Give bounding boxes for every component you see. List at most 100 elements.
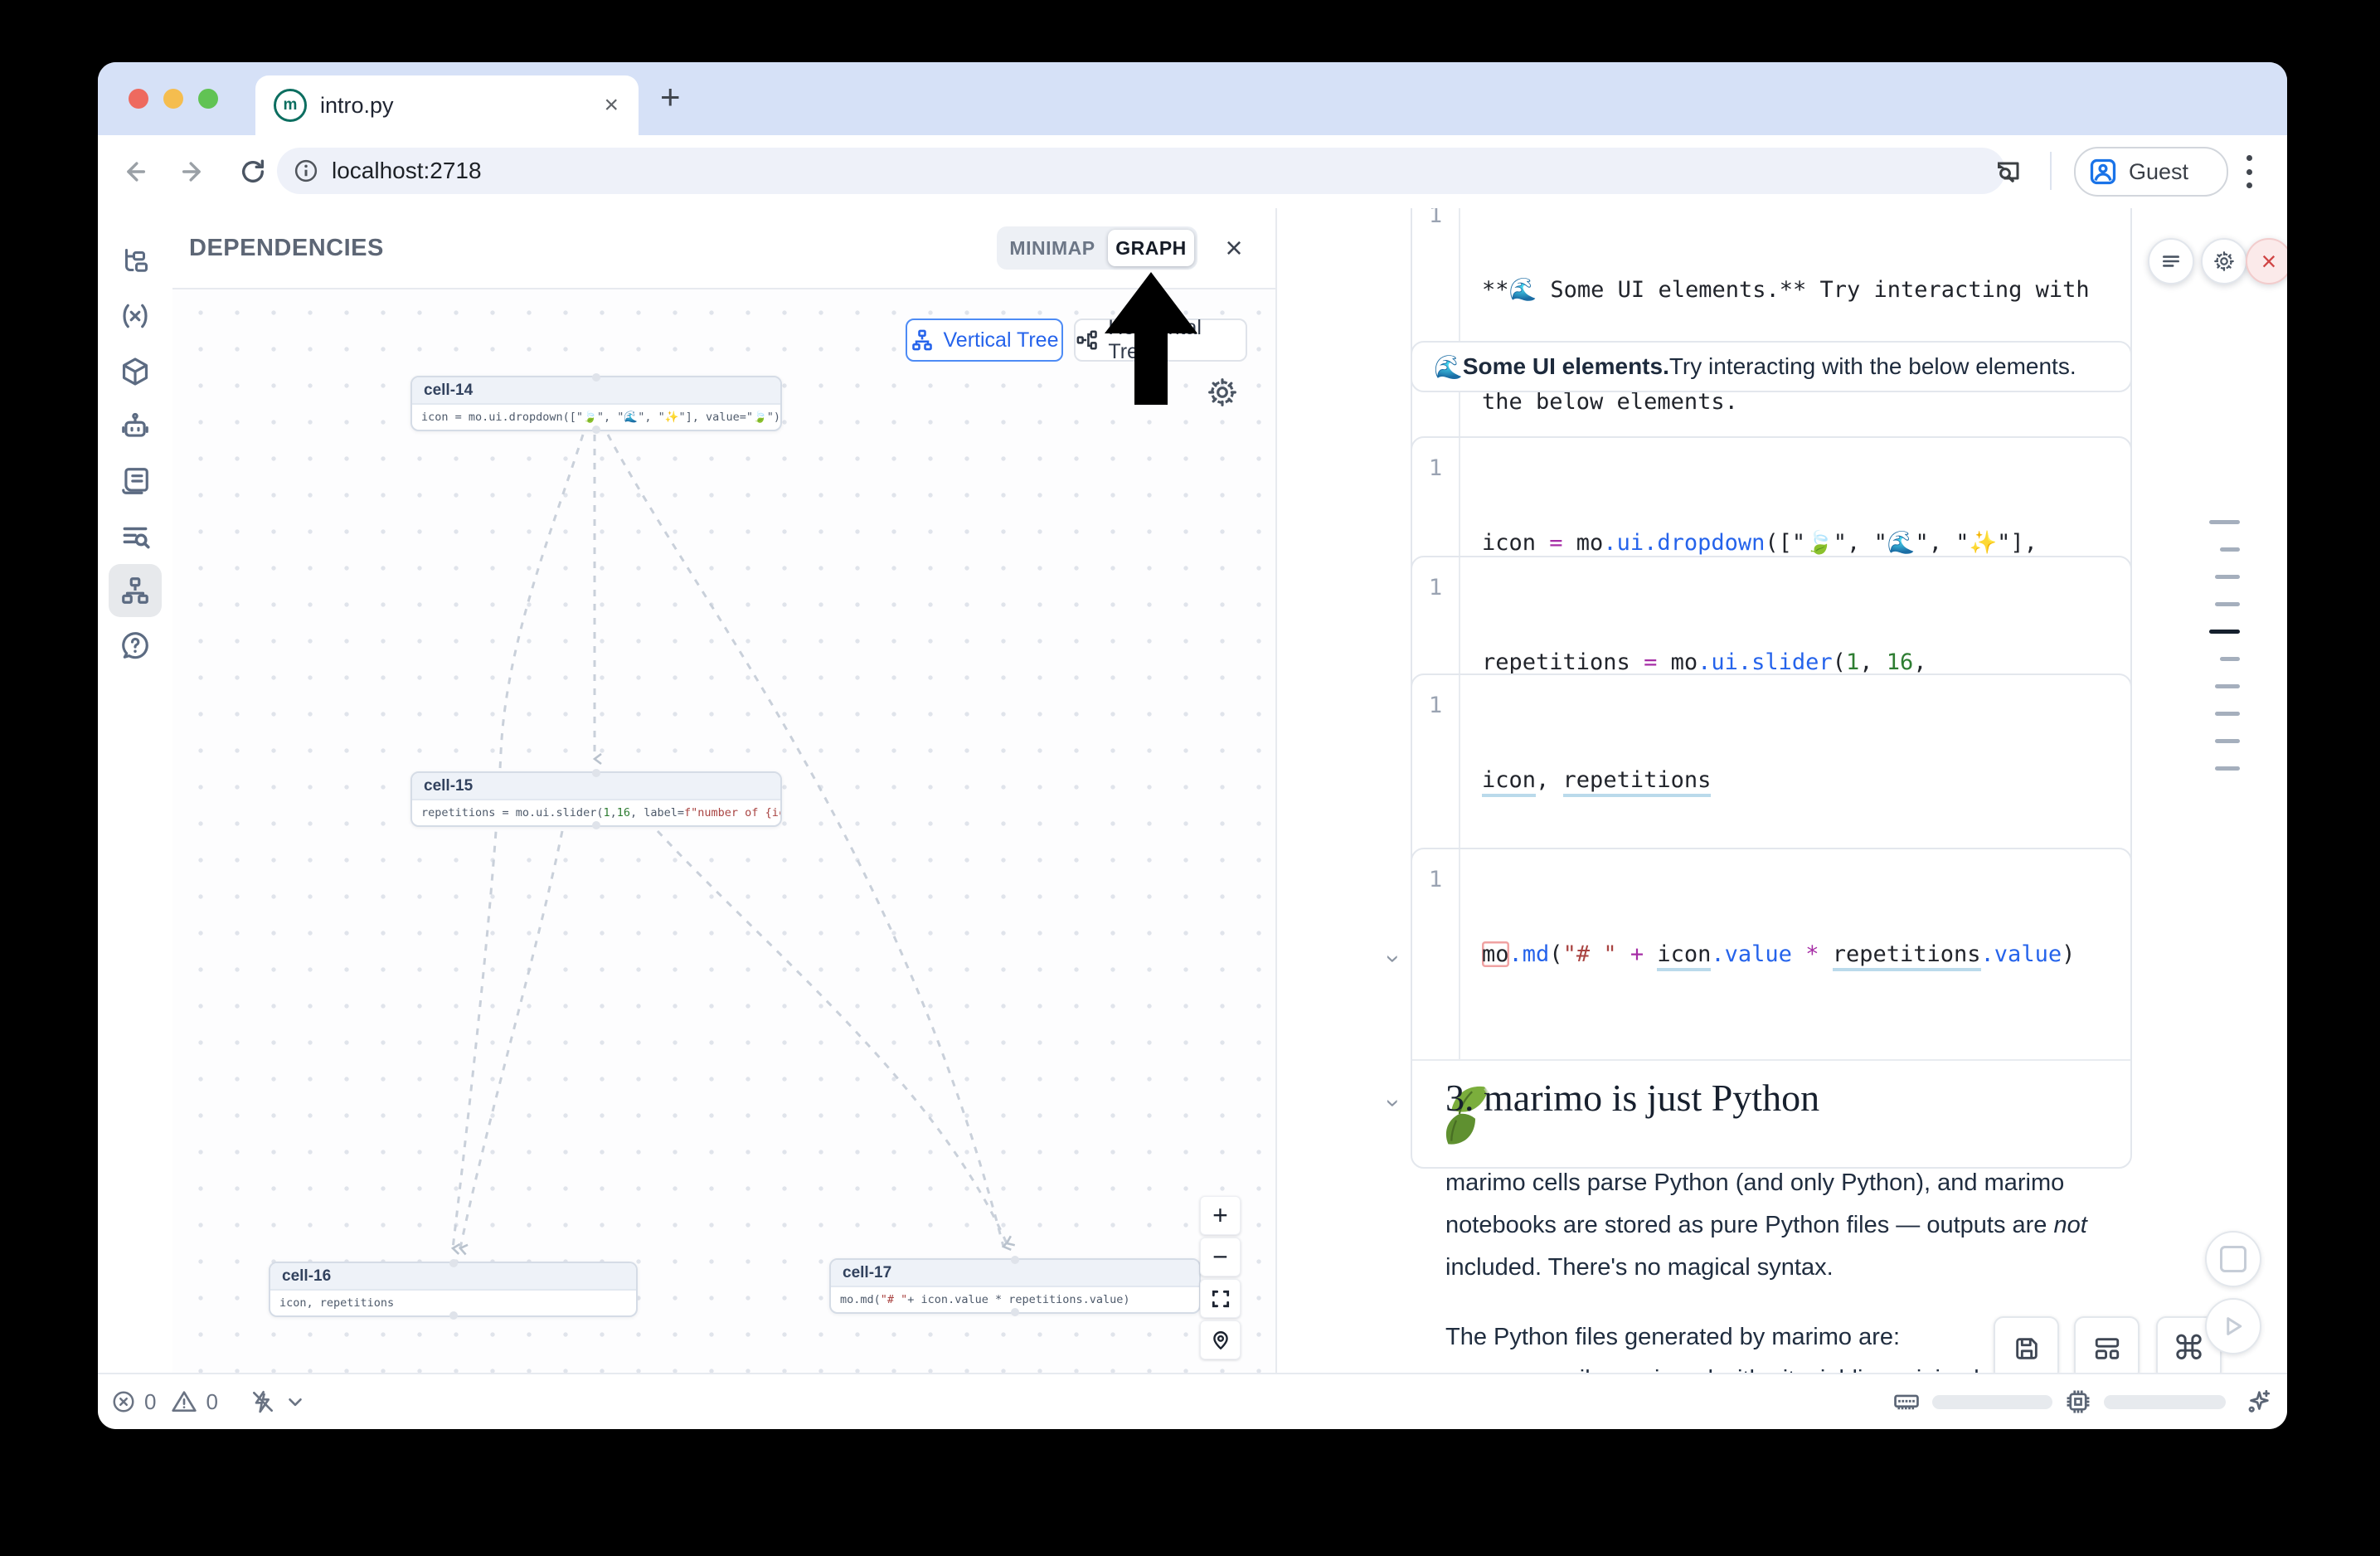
graph-settings-gear-icon[interactable]: [1201, 371, 1244, 414]
tab-close-icon[interactable]: ×: [604, 91, 619, 119]
location-pin-icon: [1210, 1330, 1231, 1351]
run-button[interactable]: [2205, 1298, 2261, 1354]
collapse-chevron-icon[interactable]: ›: [1379, 955, 1407, 963]
traffic-light-zoom[interactable]: [198, 89, 218, 109]
horizontal-tree-icon: [1076, 328, 1098, 352]
traffic-light-close[interactable]: [129, 89, 148, 109]
section-paragraph: marimo cells parse Python (and only Pyth…: [1445, 1162, 2101, 1289]
dependencies-panel: DEPENDENCIES MINIMAP GRAPH ×: [172, 208, 1277, 1374]
notebook-settings-button[interactable]: [2201, 238, 2247, 284]
node-title: cell-17: [831, 1260, 1199, 1287]
traffic-light-minimize[interactable]: [163, 89, 183, 109]
fullscreen-icon: [1210, 1288, 1231, 1310]
zoom-out-button[interactable]: −: [1200, 1238, 1241, 1276]
graph-zoom-controls: + −: [1200, 1196, 1239, 1362]
profile-button[interactable]: Guest: [2074, 147, 2228, 197]
layout-icon: [2093, 1335, 2121, 1363]
autorun-disabled-icon[interactable]: [250, 1388, 276, 1415]
memory-progress-bar: [1932, 1395, 2052, 1409]
zoom-in-button[interactable]: +: [1200, 1196, 1241, 1235]
scratchpad-icon[interactable]: [109, 455, 162, 508]
helper-sidebar: [98, 208, 172, 1374]
graph-node-cell-17[interactable]: cell-17 mo.md("# " + icon.value * repeti…: [829, 1258, 1201, 1314]
section-heading: 3. marimo is just Python: [1445, 1076, 1819, 1120]
help-icon[interactable]: [109, 619, 162, 672]
section-collapse-chevron-icon[interactable]: ›: [1379, 1099, 1407, 1107]
file-tree-icon[interactable]: [109, 235, 162, 288]
status-bar: 0 0: [98, 1373, 2287, 1429]
vertical-tree-icon: [911, 328, 934, 352]
cpu-icon[interactable]: [2064, 1388, 2092, 1416]
new-tab-button[interactable]: +: [660, 77, 681, 117]
paragraph-italic: not: [2053, 1212, 2086, 1238]
fit-view-button[interactable]: [1200, 1279, 1241, 1318]
reload-icon[interactable]: [239, 158, 267, 186]
shutdown-button[interactable]: ×: [2246, 238, 2287, 284]
errors-icon[interactable]: [111, 1389, 136, 1414]
site-info-icon[interactable]: [294, 158, 318, 183]
warnings-icon[interactable]: [171, 1388, 197, 1415]
back-icon[interactable]: [120, 158, 148, 186]
browser-menu-icon[interactable]: [2246, 155, 2252, 188]
dependency-graph-icon[interactable]: [109, 564, 162, 617]
line-number: 1: [1412, 849, 1459, 1059]
tab-title: intro.py: [320, 93, 394, 119]
node-title: cell-15: [412, 773, 780, 800]
close-panel-icon[interactable]: ×: [1216, 230, 1252, 266]
cell-md-call[interactable]: 1 mo.md("# " + icon.value * repetitions.…: [1411, 848, 2132, 1169]
profile-label: Guest: [2129, 159, 2188, 185]
cell-markdown-output: 🌊 Some UI elements. Try interacting with…: [1411, 341, 2132, 392]
forward-icon[interactable]: [179, 158, 207, 186]
ai-sparkle-icon[interactable]: [2244, 1388, 2272, 1416]
stop-icon: [2220, 1246, 2246, 1272]
url-text: localhost:2718: [332, 158, 482, 184]
node-code: repetitions = mo.ui.slider(1, 16, label=…: [412, 800, 780, 825]
browser-tab[interactable]: m intro.py ×: [255, 75, 639, 135]
notebook-menu-button[interactable]: [2148, 238, 2194, 284]
cursor-arrow-icon: [1105, 272, 1197, 405]
search-tabs-icon[interactable]: [1993, 156, 2021, 184]
tab-graph[interactable]: GRAPH: [1108, 230, 1194, 266]
notebook-panel: 1 **🌊 Some UI elements.** Try interactin…: [1277, 208, 2287, 1374]
cell-minimap[interactable]: [2209, 520, 2240, 794]
wave-emoji: 🌊: [1434, 353, 1463, 381]
ai-assistant-icon[interactable]: [109, 400, 162, 453]
logs-search-icon[interactable]: [109, 510, 162, 563]
gear-icon: [2212, 250, 2236, 273]
vertical-tree-label: Vertical Tree: [944, 328, 1059, 353]
browser-toolbar: localhost:2718 Guest: [98, 135, 2287, 210]
menu-icon: [2160, 250, 2182, 272]
url-bar[interactable]: localhost:2718: [277, 148, 2005, 194]
warnings-count: 0: [206, 1389, 217, 1415]
layout-button[interactable]: [2074, 1316, 2140, 1374]
marimo-logo-icon: m: [274, 89, 307, 122]
files-line: The Python files generated by marimo are…: [1445, 1324, 1900, 1351]
panel-title: DEPENDENCIES: [189, 208, 384, 288]
node-code: icon = mo.ui.dropdown(["🍃", "🌊", "✨"], v…: [412, 405, 780, 430]
cpu-progress-bar: [2104, 1395, 2226, 1409]
paragraph-text: included. There's no magical syntax.: [1445, 1254, 1834, 1281]
graph-node-cell-14[interactable]: cell-14 icon = mo.ui.dropdown(["🍃", "🌊",…: [410, 376, 782, 431]
code-line: **🌊 Some UI elements.** Try interacting …: [1482, 271, 2130, 309]
graph-node-cell-16[interactable]: cell-16 icon, repetitions: [269, 1262, 638, 1317]
code-line: icon, repetitions: [1482, 761, 2130, 799]
autorun-chevron-icon[interactable]: [284, 1391, 306, 1413]
node-title: cell-16: [270, 1263, 636, 1291]
save-button[interactable]: [1994, 1316, 2059, 1374]
stop-button[interactable]: [2205, 1231, 2261, 1287]
node-code: icon, repetitions: [270, 1291, 636, 1315]
memory-icon[interactable]: [1892, 1388, 1921, 1416]
vertical-tree-button[interactable]: Vertical Tree: [906, 318, 1063, 362]
variables-icon[interactable]: [109, 289, 162, 343]
md-rest-text: Try interacting with the below elements.: [1669, 353, 2076, 380]
paragraph-text: marimo cells parse Python (and only Pyth…: [1445, 1169, 2064, 1238]
graph-edges: [172, 288, 1275, 1374]
graph-node-cell-15[interactable]: cell-15 repetitions = mo.ui.slider(1, 16…: [410, 771, 782, 827]
graph-canvas[interactable]: Vertical Tree Horizontal Tree cell-14 ic…: [172, 288, 1275, 1374]
tab-minimap[interactable]: MINIMAP: [997, 237, 1108, 260]
locate-button[interactable]: [1200, 1320, 1241, 1359]
packages-icon[interactable]: [109, 345, 162, 398]
browser-window: m intro.py × + localhost:2718 Guest: [98, 62, 2287, 1429]
play-icon: [2221, 1314, 2246, 1339]
avatar-icon: [2088, 157, 2118, 187]
